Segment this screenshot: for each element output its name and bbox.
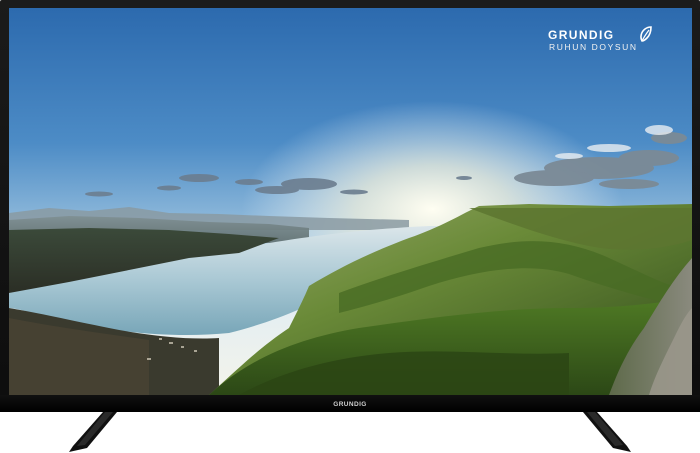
bezel-logo: GRUNDIG — [333, 401, 367, 408]
television: GRUNDIG RUHUN DOYSUN GRUNDIG — [0, 0, 700, 453]
brand-tagline: RUHUN DOYSUN — [549, 42, 638, 52]
tv-foot-right — [583, 412, 631, 452]
tv-screen — [9, 8, 692, 395]
leaf-icon — [640, 26, 652, 42]
landscape-image — [9, 8, 692, 395]
tv-foot-left — [69, 412, 117, 452]
brand-name: GRUNDIG — [548, 28, 615, 42]
brand-logo: GRUNDIG RUHUN DOYSUN — [546, 26, 656, 56]
